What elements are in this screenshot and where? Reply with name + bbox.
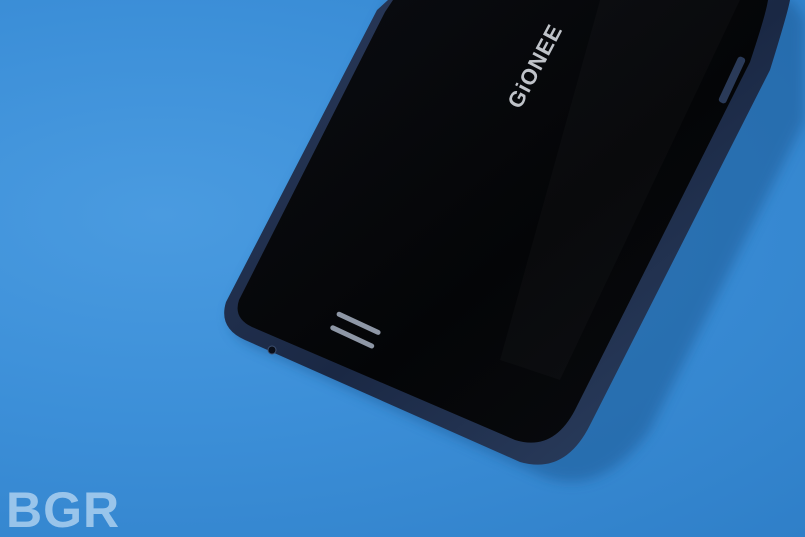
photo-scene: GiONEE BGR [0,0,805,537]
watermark-logo: BGR [6,482,121,537]
headphone-jack [267,345,277,355]
phone-photo: GiONEE [224,0,805,482]
